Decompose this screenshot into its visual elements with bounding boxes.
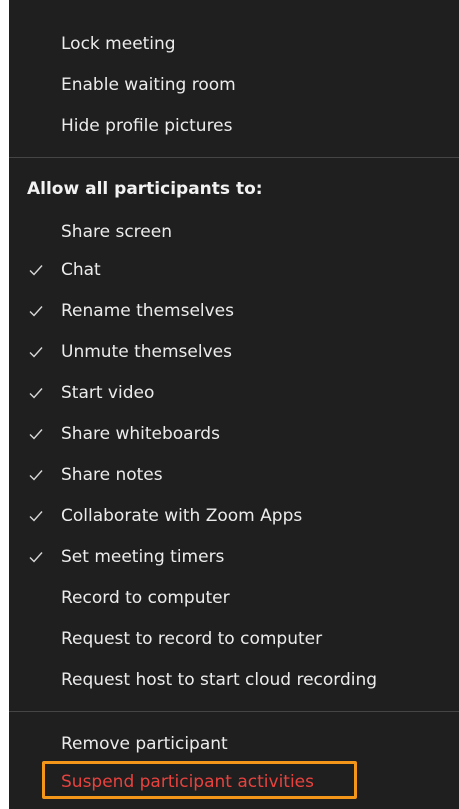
menu-item-start-video[interactable]: Start video [9, 373, 459, 413]
menu-item-label: Request to record to computer [61, 629, 323, 649]
meeting-security-menu: Lock meeting Enable waiting room Hide pr… [9, 0, 459, 809]
menu-item-label: Set meeting timers [61, 547, 225, 567]
menu-item-label: Unmute themselves [61, 342, 232, 362]
menu-item-set-meeting-timers[interactable]: Set meeting timers [9, 537, 459, 577]
checkmark-icon [28, 303, 44, 319]
menu-item-rename-themselves[interactable]: Rename themselves [9, 291, 459, 331]
menu-item-label: Share notes [61, 465, 163, 485]
menu-item-label: Record to computer [61, 588, 230, 608]
menu-item-label: Suspend participant activities [61, 772, 314, 792]
checkmark-icon [28, 549, 44, 565]
menu-item-label: Enable waiting room [61, 75, 236, 95]
menu-item-label: Collaborate with Zoom Apps [61, 506, 303, 526]
menu-item-label: Hide profile pictures [61, 116, 233, 136]
menu-item-enable-waiting-room[interactable]: Enable waiting room [9, 65, 459, 105]
menu-item-suspend-participant-activities[interactable]: Suspend participant activities [9, 762, 459, 802]
menu-divider [9, 157, 459, 158]
checkmark-icon [28, 508, 44, 524]
menu-item-label: Share whiteboards [61, 424, 220, 444]
menu-item-share-screen[interactable]: Share screen [9, 212, 459, 252]
menu-item-request-host-cloud-recording[interactable]: Request host to start cloud recording [9, 660, 459, 700]
menu-item-unmute-themselves[interactable]: Unmute themselves [9, 332, 459, 372]
menu-item-request-record-to-computer[interactable]: Request to record to computer [9, 619, 459, 659]
checkmark-icon [28, 426, 44, 442]
menu-item-label: Remove participant [61, 734, 228, 754]
section-header-allow-participants: Allow all participants to: [27, 179, 263, 199]
menu-item-lock-meeting[interactable]: Lock meeting [9, 24, 459, 64]
menu-divider [9, 711, 459, 712]
menu-item-label: Rename themselves [61, 301, 234, 321]
menu-item-record-to-computer[interactable]: Record to computer [9, 578, 459, 618]
menu-item-label: Request host to start cloud recording [61, 670, 378, 690]
menu-item-remove-participant[interactable]: Remove participant [9, 724, 459, 764]
menu-item-label: Share screen [61, 222, 172, 242]
menu-item-collaborate-zoom-apps[interactable]: Collaborate with Zoom Apps [9, 496, 459, 536]
menu-item-label: Lock meeting [61, 34, 176, 54]
menu-item-hide-profile-pictures[interactable]: Hide profile pictures [9, 106, 459, 146]
checkmark-icon [28, 262, 44, 278]
checkmark-icon [28, 385, 44, 401]
menu-item-label: Chat [61, 260, 101, 280]
menu-item-share-notes[interactable]: Share notes [9, 455, 459, 495]
checkmark-icon [28, 467, 44, 483]
menu-item-label: Start video [61, 383, 155, 403]
checkmark-icon [28, 344, 44, 360]
menu-item-share-whiteboards[interactable]: Share whiteboards [9, 414, 459, 454]
menu-item-chat[interactable]: Chat [9, 250, 459, 290]
